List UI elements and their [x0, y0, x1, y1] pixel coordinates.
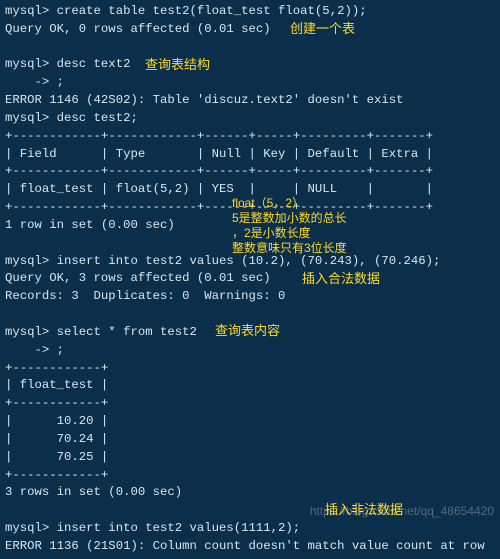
term-line: +------------+------------+------+-----+… — [5, 200, 433, 214]
term-line: mysql> select * from test2 — [5, 325, 197, 339]
annotation-select-content: 查询表内容 — [215, 322, 280, 341]
term-line: 3 rows in set (0.00 sec) — [5, 485, 182, 499]
term-line: +------------+------------+------+-----+… — [5, 129, 433, 143]
term-line: +------------+ — [5, 361, 108, 375]
term-line: Query OK, 0 rows affected (0.01 sec) — [5, 22, 271, 36]
term-line: +------------+ — [5, 396, 108, 410]
term-line: mysql> desc text2 — [5, 57, 130, 71]
annotation-float-line4: 整数意味只有3位长度 — [232, 240, 347, 257]
term-line: +------------+ — [5, 468, 108, 482]
watermark-text: https://blog.csdn.net/qq_48654420 — [310, 503, 494, 520]
term-line: | 10.20 | — [5, 414, 108, 428]
terminal-output[interactable]: mysql> create table test2(float_test flo… — [0, 0, 500, 559]
annotation-insert-legal: 插入合法数据 — [302, 270, 380, 289]
term-line: -> ; — [5, 343, 64, 357]
term-line: | float_test | float(5,2) | YES | | NULL… — [5, 182, 433, 196]
annotation-desc-table: 查询表结构 — [145, 56, 210, 75]
term-line: +------------+------------+------+-----+… — [5, 164, 433, 178]
term-line: | float_test | — [5, 378, 108, 392]
term-line: | Field | Type | Null | Key | Default | … — [5, 147, 433, 161]
term-line: mysql> create table test2(float_test flo… — [5, 4, 367, 18]
term-line: Query OK, 3 rows affected (0.01 sec) — [5, 271, 271, 285]
term-line: | 70.24 | — [5, 432, 108, 446]
term-line: Records: 3 Duplicates: 0 Warnings: 0 — [5, 289, 285, 303]
annotation-create-table: 创建一个表 — [290, 20, 355, 39]
term-line: ERROR 1136 (21S01): Column count doesn't… — [5, 539, 485, 553]
term-line: 1 row in set (0.00 sec) — [5, 218, 175, 232]
term-line: mysql> insert into test2 values(1111,2); — [5, 521, 300, 535]
term-line: -> ; — [5, 75, 64, 89]
term-line: ERROR 1146 (42S02): Table 'discuz.text2'… — [5, 93, 403, 107]
term-line: mysql> desc test2; — [5, 111, 138, 125]
term-line: | 70.25 | — [5, 450, 108, 464]
term-line: mysql> insert into test2 values (10.2), … — [5, 254, 440, 268]
